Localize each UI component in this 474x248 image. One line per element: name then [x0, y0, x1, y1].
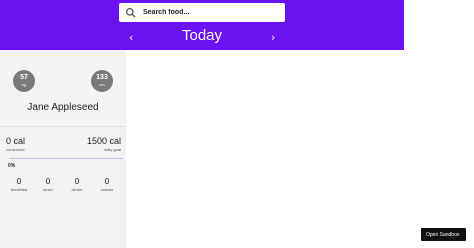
chevron-left-icon[interactable]: ‹ [129, 32, 133, 43]
meal-value: 0 [45, 177, 51, 186]
consumed-value: 0 cal [6, 136, 26, 146]
meal-snacks: 0 snacks [95, 177, 119, 193]
meal-label: breakfast [10, 187, 28, 192]
daily-goal-value: 1500 cal [86, 136, 121, 146]
date-title: Today [181, 27, 223, 44]
app-header: ‹ Today › [0, 0, 404, 50]
consumed-label: consumed [6, 147, 25, 152]
daily-goal-stat: 1500 cal daily goal [87, 136, 121, 153]
meal-label: dinner [71, 187, 83, 192]
meal-value: 0 [104, 177, 110, 186]
weight-unit: kg [21, 82, 27, 87]
meal-dinner: 0 dinner [65, 177, 89, 193]
search-icon [124, 6, 138, 20]
meal-label: snacks [100, 187, 114, 192]
height-badge: 133 cm [91, 70, 113, 92]
height-unit: cm [99, 82, 105, 87]
consumed-stat: 0 cal consumed [6, 136, 25, 153]
height-value: 133 [96, 74, 108, 81]
meal-lunch: 0 lunch [36, 177, 60, 193]
progress-percent: 0% [8, 163, 16, 169]
sidebar: 57 kg 133 cm Jane Appleseed 0 cal consum… [0, 50, 126, 248]
search-input[interactable] [143, 9, 273, 16]
profile-card: 57 kg 133 cm Jane Appleseed [0, 52, 126, 127]
calorie-summary: 0 cal consumed 1500 cal daily goal 0% 0 … [0, 128, 126, 248]
daily-goal-label: daily goal [104, 147, 121, 152]
user-name: Jane Appleseed [27, 102, 99, 113]
open-sandbox-button[interactable]: Open Sandbox [421, 228, 466, 241]
weight-value: 57 [20, 74, 28, 81]
meal-value: 0 [16, 177, 22, 186]
meal-value: 0 [74, 177, 80, 186]
weight-badge: 57 kg [13, 70, 35, 92]
calorie-progress-bar [9, 158, 123, 159]
chevron-right-icon[interactable]: › [271, 32, 275, 43]
search-bar[interactable] [119, 3, 285, 22]
meal-label: lunch [43, 187, 53, 192]
meal-breakfast: 0 breakfast [7, 177, 31, 193]
